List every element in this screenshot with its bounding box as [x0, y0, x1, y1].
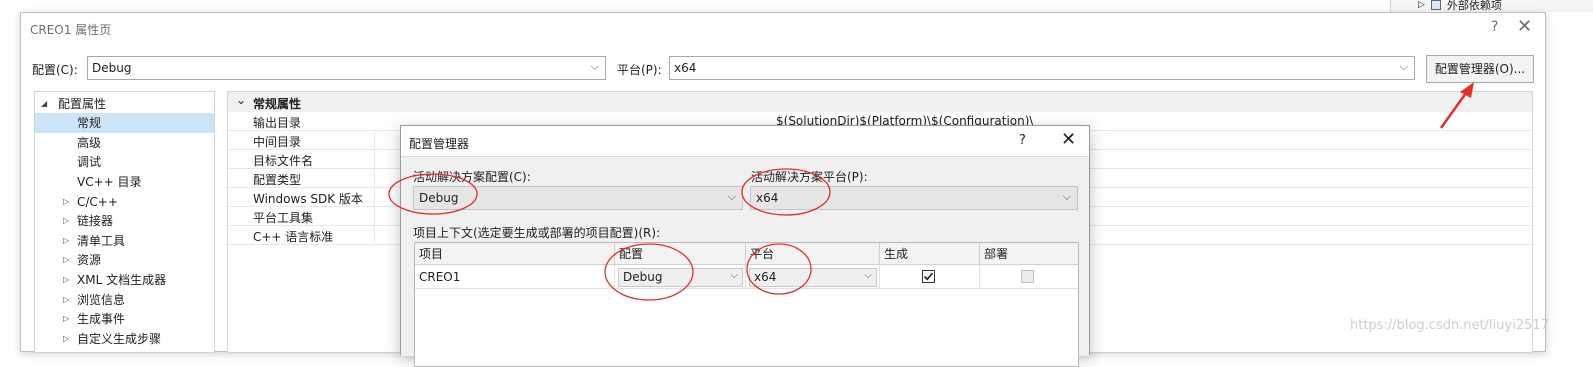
project-platform-value: x64 [754, 270, 777, 284]
platform-select-value: x64 [674, 61, 697, 75]
tree-item-label: 常规 [77, 116, 102, 130]
column-header-platform[interactable]: 平台 [746, 243, 880, 265]
chevron-down-icon: ⌵ [864, 270, 872, 281]
active-platform-select[interactable]: x64 ⌵ [750, 186, 1078, 210]
expand-icon[interactable]: ▷ [63, 270, 69, 290]
column-header-config[interactable]: 配置 [615, 243, 746, 265]
tree-item-vc-dirs[interactable]: VC++ 目录 [35, 172, 214, 192]
chevron-down-icon: ⌵ [590, 60, 599, 73]
column-header-project[interactable]: 项目 [415, 243, 615, 265]
chevron-down-icon: ⌵ [1399, 60, 1408, 73]
build-checkbox[interactable] [922, 270, 935, 283]
config-label: 配置(C): [32, 63, 78, 77]
chevron-down-icon: ⌵ [1062, 190, 1071, 203]
project-platform-select[interactable]: x64 ⌵ [749, 268, 877, 287]
property-name: 输出目录 [253, 116, 302, 130]
window-title: CREO1 属性页 [30, 23, 112, 37]
property-name: 中间目录 [253, 135, 302, 149]
chevron-down-icon: ⌵ [730, 270, 738, 281]
project-contexts-grid: 项目 配置 平台 生成 部署 CREO1 Debug ⌵ x64 ⌵ [414, 242, 1079, 367]
section-title: 常规属性 [253, 97, 302, 111]
tree-item-advanced[interactable]: 高级 [35, 133, 214, 153]
tree-item-label: XML 文档生成器 [77, 273, 167, 287]
property-name: 配置类型 [253, 173, 302, 187]
expand-arrow-icon[interactable]: ▷ [1418, 0, 1425, 10]
tree-item-label: VC++ 目录 [77, 175, 142, 189]
active-config-label: 活动解决方案配置(C): [413, 170, 531, 184]
config-select-value: Debug [92, 61, 132, 75]
config-select[interactable]: Debug ⌵ [87, 56, 606, 80]
tree-item-custom-build[interactable]: ▷ 自定义生成步骤 [35, 329, 214, 349]
tree-item-manifest[interactable]: ▷ 清单工具 [35, 231, 214, 251]
expand-icon[interactable]: ▷ [63, 250, 69, 270]
tree-item-config-props[interactable]: ◢ 配置属性 [35, 94, 214, 114]
property-tree: ◢ 配置属性 常规 高级 调试 VC++ 目录 ▷ C/C++ ▷ 链接器 ▷ … [34, 91, 215, 353]
tree-item-cpp[interactable]: ▷ C/C++ [35, 192, 214, 212]
tree-item-resources[interactable]: ▷ 资源 [35, 250, 214, 270]
config-manager-dialog: 配置管理器 ? ✕ 活动解决方案配置(C): Debug ⌵ 活动解决方案平台(… [400, 125, 1090, 367]
column-header-build[interactable]: 生成 [880, 243, 980, 265]
config-manager-button[interactable]: 配置管理器(O)... [1426, 55, 1534, 83]
dialog-titlebar: 配置管理器 ? ✕ [401, 126, 1089, 156]
dialog-body: 活动解决方案配置(C): Debug ⌵ 活动解决方案平台(P): x64 ⌵ … [401, 156, 1089, 367]
property-name: 平台工具集 [253, 211, 314, 225]
help-button[interactable]: ? [1019, 133, 1026, 148]
active-platform-label: 活动解决方案平台(P): [751, 170, 868, 184]
help-button[interactable]: ? [1491, 19, 1498, 35]
property-name: Windows SDK 版本 [253, 192, 363, 206]
property-name: C++ 语言标准 [253, 230, 334, 244]
section-collapse-icon[interactable]: ⌄ [236, 93, 246, 107]
tree-item-label: 配置属性 [58, 97, 107, 111]
dependencies-icon [1430, 0, 1441, 10]
tree-item-label: 自定义生成步骤 [77, 332, 162, 346]
expand-icon[interactable]: ▷ [63, 211, 69, 231]
tree-item-label: 资源 [77, 253, 102, 267]
tree-item-label: 清单工具 [77, 234, 126, 248]
active-config-value: Debug [419, 191, 459, 205]
tree-item-label: C/C++ [77, 195, 118, 209]
deploy-checkbox [1021, 270, 1034, 283]
tree-item-label: 链接器 [77, 214, 114, 228]
property-name: 目标文件名 [253, 154, 314, 168]
project-config-select[interactable]: Debug ⌵ [618, 268, 743, 287]
tree-item-xml-doc[interactable]: ▷ XML 文档生成器 [35, 270, 214, 290]
tree-item-linker[interactable]: ▷ 链接器 [35, 211, 214, 231]
project-config-value: Debug [623, 270, 663, 284]
expand-icon[interactable]: ▷ [63, 329, 69, 349]
checkmark-icon [923, 272, 934, 281]
tree-item-label: 调试 [77, 155, 102, 169]
expand-icon[interactable]: ▷ [63, 192, 69, 212]
grid-section-header[interactable]: ⌄ 常规属性 [228, 92, 1532, 112]
dialog-title: 配置管理器 [409, 137, 470, 151]
expand-icon[interactable]: ▷ [63, 231, 69, 251]
close-button[interactable]: ✕ [1517, 16, 1532, 37]
active-platform-value: x64 [756, 191, 779, 205]
tree-item-debugging[interactable]: 调试 [35, 152, 214, 172]
chevron-down-icon: ⌵ [727, 190, 736, 203]
tree-item-label: 高级 [77, 136, 102, 150]
close-button[interactable]: ✕ [1061, 129, 1076, 150]
tree-item-label: 浏览信息 [77, 293, 126, 307]
expand-icon[interactable]: ▷ [63, 309, 69, 329]
tree-item-browse-info[interactable]: ▷ 浏览信息 [35, 290, 214, 310]
column-header-deploy[interactable]: 部署 [980, 243, 1078, 265]
active-config-select[interactable]: Debug ⌵ [413, 186, 743, 210]
tree-item-build-events[interactable]: ▷ 生成事件 [35, 309, 214, 329]
tree-item-general[interactable]: 常规 [35, 113, 214, 133]
collapse-icon[interactable]: ◢ [41, 94, 47, 114]
project-contexts-label: 项目上下文(选定要生成或部署的项目配置)(R): [413, 226, 661, 240]
expand-icon[interactable]: ▷ [63, 290, 69, 310]
platform-label: 平台(P): [617, 63, 662, 77]
watermark: https://blog.csdn.net/liuyi2517 [1350, 318, 1549, 333]
project-name-cell[interactable]: CREO1 [415, 265, 615, 289]
tree-item-label: 生成事件 [77, 312, 126, 326]
platform-select[interactable]: x64 ⌵ [669, 56, 1415, 80]
